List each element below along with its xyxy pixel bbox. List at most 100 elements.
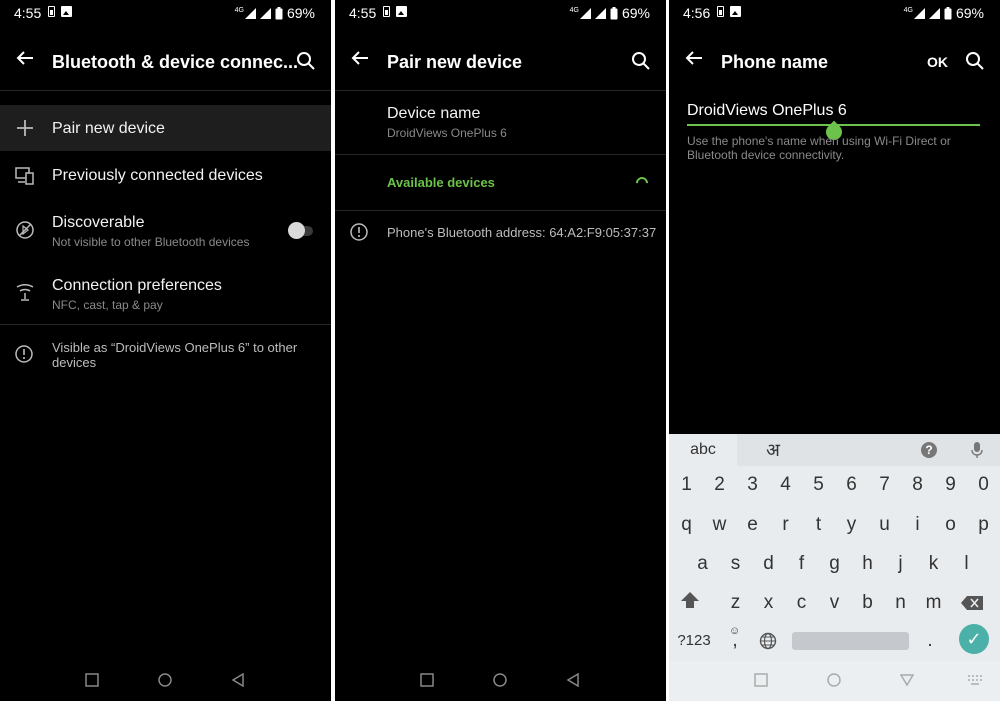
key-b[interactable]: b <box>851 586 884 620</box>
signal-icon-2 <box>928 7 940 19</box>
back-arrow-icon[interactable] <box>12 48 38 74</box>
key-1[interactable]: 1 <box>670 468 703 502</box>
network-type-label: 4G <box>234 6 244 14</box>
key-q[interactable]: q <box>670 508 703 542</box>
previously-connected-row[interactable]: Previously connected devices <box>0 155 331 197</box>
battery-percent: 69% <box>286 5 315 21</box>
phone-name-input[interactable]: DroidViews OnePlus 6 <box>687 102 980 120</box>
key-u[interactable]: u <box>868 508 901 542</box>
discoverable-row[interactable]: Discoverable Not visible to other Blueto… <box>0 205 331 257</box>
device-name-row[interactable]: Device name DroidViews OnePlus 6 <box>335 96 666 152</box>
back-arrow-icon[interactable] <box>681 48 707 74</box>
key-j[interactable]: j <box>884 547 917 581</box>
search-icon[interactable] <box>630 50 654 74</box>
key-2[interactable]: 2 <box>703 468 736 502</box>
globe-icon[interactable] <box>759 632 777 655</box>
connection-preferences-row[interactable]: Connection preferences NFC, cast, tap & … <box>0 268 331 320</box>
key-i[interactable]: i <box>901 508 934 542</box>
backspace-key-icon[interactable] <box>961 596 983 615</box>
key-m[interactable]: m <box>917 586 950 620</box>
keyboard-top-bar: abc अ ? <box>669 434 1000 466</box>
done-check-icon[interactable]: ✓ <box>959 624 989 654</box>
signal-icon <box>244 7 256 19</box>
key-6[interactable]: 6 <box>835 468 868 502</box>
connection-preferences-sublabel: NFC, cast, tap & pay <box>52 298 163 312</box>
device-name-label: Device name <box>387 105 481 122</box>
pair-new-device-label: Pair new device <box>52 120 165 137</box>
key-t[interactable]: t <box>802 508 835 542</box>
key-l[interactable]: l <box>950 547 983 581</box>
shift-key-icon[interactable] <box>679 590 701 615</box>
pair-new-device-row[interactable]: Pair new device <box>0 105 331 151</box>
back-arrow-icon[interactable] <box>347 48 373 74</box>
key-k[interactable]: k <box>917 547 950 581</box>
app-bar: Phone name OK <box>669 40 1000 86</box>
key-8[interactable]: 8 <box>901 468 934 502</box>
key-3[interactable]: 3 <box>736 468 769 502</box>
recents-icon[interactable] <box>85 673 101 689</box>
battery-saver-icon <box>383 6 390 17</box>
image-notification-icon <box>396 6 407 17</box>
key-c[interactable]: c <box>785 586 818 620</box>
key-f[interactable]: f <box>785 547 818 581</box>
home-icon[interactable] <box>158 673 174 689</box>
bt-address-text: Phone's Bluetooth address: 64:A2:F9:05:3… <box>387 225 657 240</box>
microphone-icon[interactable] <box>971 442 983 463</box>
screen-bluetooth-settings: 4:55 4G 69% Bluetooth & device connec...… <box>0 0 331 701</box>
key-e[interactable]: e <box>736 508 769 542</box>
signal-icon <box>913 7 925 19</box>
battery-icon <box>275 6 283 19</box>
hide-keyboard-icon[interactable] <box>899 673 916 689</box>
key-n[interactable]: n <box>884 586 917 620</box>
info-icon <box>349 222 371 244</box>
app-bar: Pair new device <box>335 40 666 86</box>
key-v[interactable]: v <box>818 586 851 620</box>
navigation-bar <box>0 661 331 701</box>
discoverable-label: Discoverable <box>52 214 145 231</box>
page-title: Bluetooth & device connec... <box>52 52 299 72</box>
space-bar[interactable] <box>792 632 909 650</box>
back-nav-icon[interactable] <box>231 672 247 689</box>
image-notification-icon <box>61 6 72 17</box>
key-a[interactable]: a <box>686 547 719 581</box>
key-o[interactable]: o <box>934 508 967 542</box>
tab-abc[interactable]: abc <box>669 434 737 466</box>
status-bar: 4:55 4G 69% <box>335 0 666 26</box>
key-y[interactable]: y <box>835 508 868 542</box>
key-r[interactable]: r <box>769 508 802 542</box>
key-s[interactable]: s <box>719 547 752 581</box>
tab-hindi[interactable]: अ <box>755 434 791 466</box>
key-0[interactable]: 0 <box>967 468 1000 502</box>
discoverable-toggle[interactable] <box>288 222 313 239</box>
status-time: 4:56 <box>683 5 711 21</box>
recents-icon[interactable] <box>754 673 770 689</box>
page-title: Phone name <box>721 52 829 72</box>
key-p[interactable]: p <box>967 508 1000 542</box>
key-g[interactable]: g <box>818 547 851 581</box>
screen-pair-new-device: 4:55 4G 69% Pair new device Device name … <box>335 0 666 701</box>
key-4[interactable]: 4 <box>769 468 802 502</box>
back-nav-icon[interactable] <box>566 672 582 689</box>
key-w[interactable]: w <box>703 508 736 542</box>
period-key[interactable]: . <box>917 624 943 658</box>
home-icon[interactable] <box>827 673 843 689</box>
home-icon[interactable] <box>493 673 509 689</box>
symbols-key[interactable]: ?123 <box>673 624 715 658</box>
key-5[interactable]: 5 <box>802 468 835 502</box>
keyboard-switch-icon[interactable] <box>967 673 983 689</box>
visibility-info-row: Visible as “DroidViews OnePlus 6” to oth… <box>0 338 331 374</box>
search-icon[interactable] <box>295 50 319 74</box>
search-icon[interactable] <box>964 50 988 74</box>
devices-icon <box>14 165 36 187</box>
ok-button[interactable]: OK <box>927 54 948 70</box>
soft-keyboard: abc अ ? 1234567890 qwertyuiop asdfghjkl … <box>669 434 1000 701</box>
recents-icon[interactable] <box>420 673 436 689</box>
key-x[interactable]: x <box>752 586 785 620</box>
comma-emoji-key[interactable]: ☺ , <box>721 624 749 658</box>
key-h[interactable]: h <box>851 547 884 581</box>
help-icon[interactable]: ? <box>921 442 937 458</box>
key-9[interactable]: 9 <box>934 468 967 502</box>
status-bar: 4:56 4G 69% <box>669 0 1000 26</box>
key-d[interactable]: d <box>752 547 785 581</box>
key-7[interactable]: 7 <box>868 468 901 502</box>
